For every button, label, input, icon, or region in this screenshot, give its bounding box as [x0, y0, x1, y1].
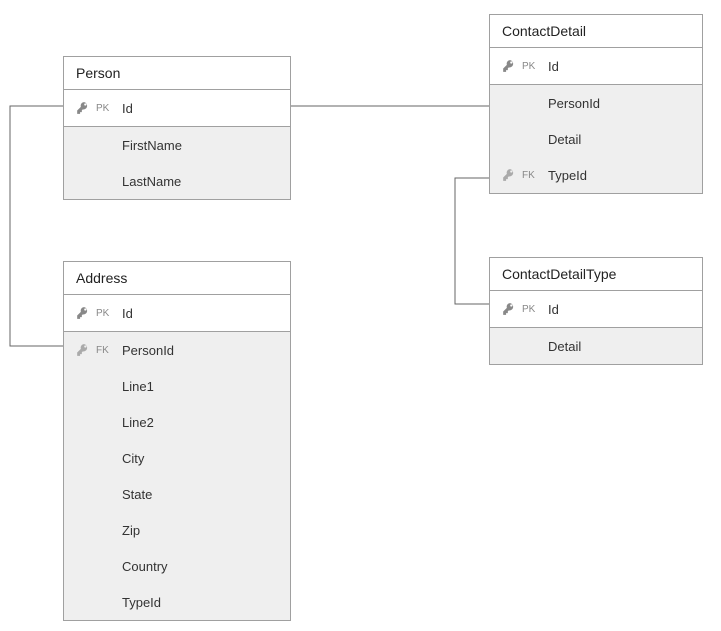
entity-address[interactable]: Address PK Id FK PersonId Line1	[63, 261, 291, 621]
column-row[interactable]: Line2	[64, 404, 290, 440]
column-name: Id	[544, 59, 694, 74]
column-row[interactable]: Detail	[490, 328, 702, 364]
column-row[interactable]: LastName	[64, 163, 290, 199]
column-row[interactable]: Country	[64, 548, 290, 584]
key-icon	[498, 302, 520, 316]
entity-title: ContactDetail	[490, 15, 702, 48]
column-name: Country	[118, 559, 282, 574]
column-name: TypeId	[118, 595, 282, 610]
column-name: City	[118, 451, 282, 466]
key-icon	[72, 306, 94, 320]
key-badge: PK	[520, 304, 544, 315]
entity-title: Person	[64, 57, 290, 90]
key-icon	[498, 59, 520, 73]
entity-title: ContactDetailType	[490, 258, 702, 291]
column-name: PersonId	[118, 343, 282, 358]
column-name: Id	[118, 306, 282, 321]
key-icon	[72, 101, 94, 115]
column-row[interactable]: PK Id	[64, 295, 290, 331]
column-row[interactable]: PK Id	[64, 90, 290, 126]
column-name: TypeId	[544, 168, 694, 183]
column-name: Line1	[118, 379, 282, 394]
entity-contact-detail-type[interactable]: ContactDetailType PK Id Detail	[489, 257, 703, 365]
column-name: FirstName	[118, 138, 282, 153]
key-badge: FK	[520, 170, 544, 181]
column-row[interactable]: FirstName	[64, 127, 290, 163]
entity-contact-detail[interactable]: ContactDetail PK Id PersonId Detail	[489, 14, 703, 194]
column-row[interactable]: Zip	[64, 512, 290, 548]
column-row[interactable]: TypeId	[64, 584, 290, 620]
column-row[interactable]: PK Id	[490, 48, 702, 84]
column-name: Detail	[544, 132, 694, 147]
column-name: Id	[118, 101, 282, 116]
entity-title: Address	[64, 262, 290, 295]
key-badge: PK	[94, 308, 118, 319]
column-row[interactable]: FK PersonId	[64, 332, 290, 368]
column-row[interactable]: City	[64, 440, 290, 476]
column-row[interactable]: Detail	[490, 121, 702, 157]
key-icon	[498, 168, 520, 182]
column-name: Id	[544, 302, 694, 317]
column-name: LastName	[118, 174, 282, 189]
column-row[interactable]: PK Id	[490, 291, 702, 327]
entity-person[interactable]: Person PK Id FirstName LastName	[63, 56, 291, 200]
key-badge: FK	[94, 345, 118, 356]
column-name: Zip	[118, 523, 282, 538]
er-diagram-canvas: Person PK Id FirstName LastName	[0, 0, 721, 631]
key-icon	[72, 343, 94, 357]
column-row[interactable]: PersonId	[490, 85, 702, 121]
column-row[interactable]: State	[64, 476, 290, 512]
key-badge: PK	[94, 103, 118, 114]
column-row[interactable]: Line1	[64, 368, 290, 404]
column-row[interactable]: FK TypeId	[490, 157, 702, 193]
column-name: Line2	[118, 415, 282, 430]
column-name: PersonId	[544, 96, 694, 111]
key-badge: PK	[520, 61, 544, 72]
column-name: State	[118, 487, 282, 502]
column-name: Detail	[544, 339, 694, 354]
